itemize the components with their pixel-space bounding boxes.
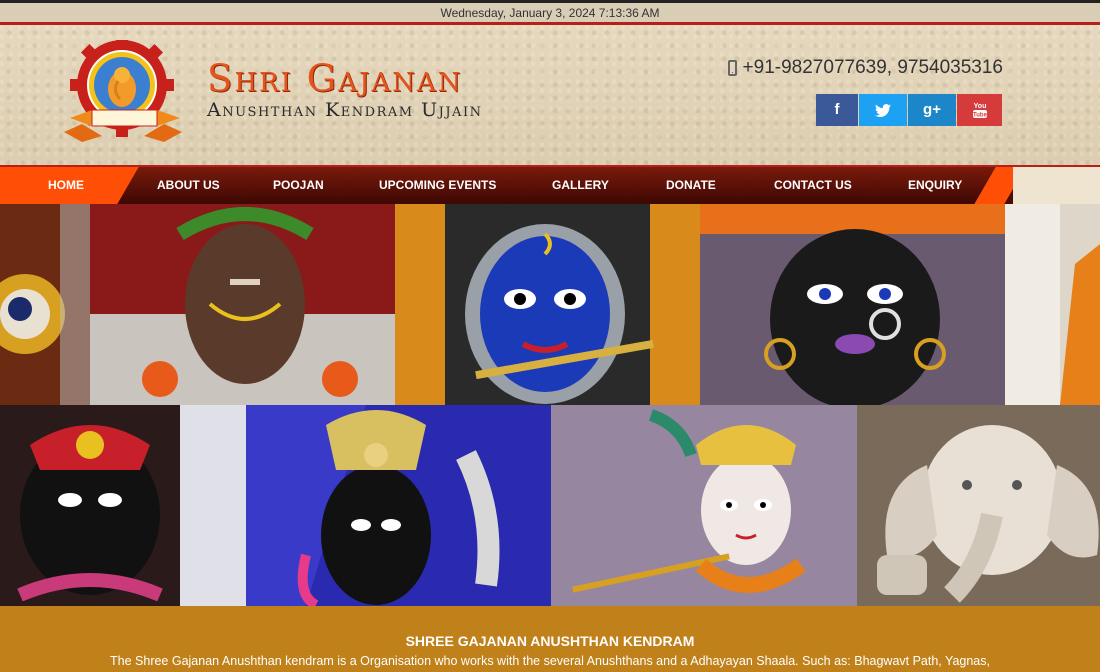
- nav-upcoming-events-label: UPCOMING EVENTS: [379, 178, 497, 192]
- current-datetime: Wednesday, January 3, 2024 7:13:36 AM: [440, 6, 660, 20]
- nav-enquiry-label: ENQUIRY: [908, 178, 963, 192]
- site-header: Shri Gajanan Anushthan Kendram Ujjain +9…: [0, 25, 1100, 165]
- nav-about-us[interactable]: ABOUT US: [117, 167, 259, 204]
- social-links: f g+ You Tube: [816, 94, 1002, 126]
- site-logo[interactable]: [62, 40, 217, 152]
- phone-numbers: +91-9827077639, 9754035316: [742, 57, 1003, 78]
- gallery-image-7[interactable]: [246, 405, 551, 606]
- main-navigation: HOME ABOUT US POOJAN UPCOMING EVENTS GAL…: [0, 165, 1100, 204]
- twitter-icon[interactable]: [859, 94, 907, 126]
- intro-heading: SHREE GAJANAN ANUSHTHAN KENDRAM: [405, 633, 695, 649]
- nav-home-label: HOME: [48, 178, 84, 192]
- site-title: Shri Gajanan: [207, 57, 463, 100]
- nav-contact-us[interactable]: CONTACT US: [737, 167, 889, 204]
- gallery-image-2[interactable]: [90, 204, 395, 405]
- svg-text:You: You: [973, 103, 986, 110]
- nav-donate[interactable]: DONATE: [622, 167, 759, 204]
- gallery-image-6[interactable]: [0, 405, 246, 606]
- nav-donate-label: DONATE: [665, 178, 716, 192]
- gallery-image-5[interactable]: [1005, 204, 1100, 405]
- gallery-image-8[interactable]: [551, 405, 857, 606]
- mobile-phone-icon: [727, 60, 737, 76]
- nav-upcoming-events[interactable]: UPCOMING EVENTS: [337, 167, 539, 204]
- nav-bar: HOME ABOUT US POOJAN UPCOMING EVENTS GAL…: [0, 167, 1013, 204]
- date-bar: Wednesday, January 3, 2024 7:13:36 AM: [0, 0, 1100, 25]
- site-subtitle: Anushthan Kendram Ujjain: [207, 99, 483, 121]
- nav-about-us-label: ABOUT US: [156, 178, 220, 192]
- intro-section: SHREE GAJANAN ANUSHTHAN KENDRAM The Shre…: [0, 606, 1100, 672]
- deity-gallery: [0, 204, 1100, 606]
- nav-poojan-label: POOJAN: [272, 178, 324, 192]
- svg-text:Tube: Tube: [973, 113, 988, 119]
- intro-text: The Shree Gajanan Anushthan kendram is a…: [110, 654, 990, 668]
- facebook-icon[interactable]: f: [816, 94, 858, 126]
- nav-contact-us-label: CONTACT US: [774, 178, 852, 192]
- phone-contact[interactable]: +91-9827077639, 9754035316: [727, 57, 1003, 79]
- gallery-image-4[interactable]: [700, 204, 1005, 405]
- gallery-image-1[interactable]: [0, 204, 90, 405]
- google-plus-icon[interactable]: g+: [908, 94, 956, 126]
- page: Wednesday, January 3, 2024 7:13:36 AM Sh…: [0, 0, 1100, 672]
- gallery-image-3[interactable]: [395, 204, 700, 405]
- youtube-icon[interactable]: You Tube: [957, 94, 1002, 126]
- nav-gallery-label: GALLERY: [552, 178, 609, 192]
- gallery-image-9[interactable]: [857, 405, 1100, 606]
